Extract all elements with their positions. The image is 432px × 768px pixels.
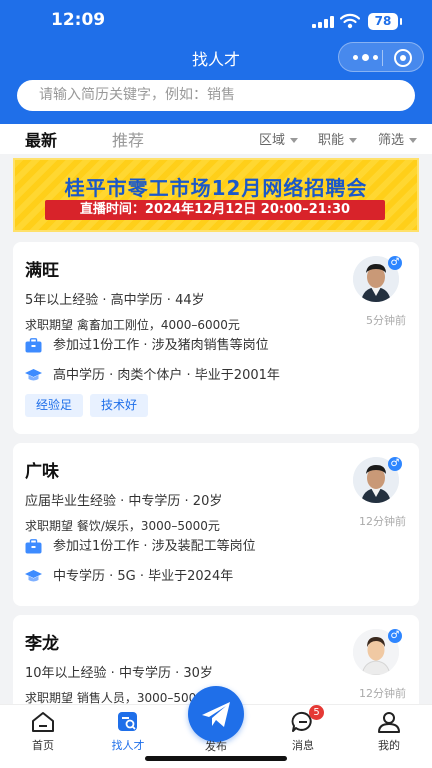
tab-mine[interactable]: 我的 [359,711,419,753]
filter-region-label: 区域 [259,133,286,148]
male-icon: ♂ [388,457,402,471]
home-icon [32,712,54,732]
filter-more-label: 筛选 [378,133,405,148]
tab-messages-label: 消息 [292,739,314,752]
male-icon: ♂ [388,629,402,643]
chevron-down-icon [290,138,299,143]
job-fair-banner[interactable]: 桂平市零工市场12月网络招聘会 直播时间：2024年12月12日 20:00–2… [13,158,419,232]
paper-plane-icon [202,702,230,727]
candidate-meta: 5年以上经验 · 高中学历 · 44岁 [25,293,205,308]
graduation-cap-icon [25,369,42,381]
battery-indicator: 78 [368,13,402,30]
tab-talent[interactable]: 找人才 [98,711,158,753]
filter-bar: 最新 推荐 区域 职能 筛选 [0,124,432,154]
publish-label: 发布 [205,740,227,753]
search-input[interactable]: 请输入简历关键字，例如：销售 [17,80,415,111]
mini-program-capsule [338,42,424,72]
male-icon: ♂ [388,256,402,270]
active-time: 12分钟前 [359,515,406,528]
work-text: 参加过1份工作 · 涉及猪肉销售等岗位 [53,338,269,353]
chevron-down-icon [349,138,358,143]
top-bar: 12:09 78 找人才 请输入简历关键字，例如：销售 [0,0,432,124]
briefcase-icon [25,338,42,353]
tab-home[interactable]: 首页 [13,711,73,753]
filter-more[interactable]: 筛选 [378,129,418,148]
user-icon [378,712,400,733]
tab-mine-label: 我的 [378,739,400,752]
briefcase-icon [25,539,42,554]
talent-search-icon [118,712,137,731]
banner-subtitle: 直播时间：2024年12月12日 20:00–21:30 [45,200,385,220]
tab-recommend[interactable]: 推荐 [112,127,144,151]
filter-function[interactable]: 职能 [318,129,358,148]
capsule-divider [382,50,383,66]
edu-text: 中专学历 · 5G · 毕业于2024年 [53,569,234,584]
tag: 经验足 [25,394,84,417]
tab-newest[interactable]: 最新 [25,127,57,151]
chevron-down-icon [409,138,418,143]
candidate-meta: 10年以上经验 · 中专学历 · 30岁 [25,666,213,681]
more-icon[interactable] [351,43,381,71]
work-text: 参加过1份工作 · 涉及装配工等岗位 [53,539,256,554]
active-time: 5分钟前 [366,314,406,327]
candidate-name: 李龙 [25,634,59,654]
tag: 技术好 [90,394,149,417]
status-time: 12:09 [51,10,106,30]
banner-title: 桂平市零工市场12月网络招聘会 [64,176,368,200]
tab-talent-label: 找人才 [111,739,145,752]
graduation-cap-icon [25,570,42,582]
status-bar: 12:09 78 [0,10,432,34]
candidate-card[interactable]: 满旺 5年以上经验 · 高中学历 · 44岁 求职期望 禽畜加工刚位，4000–… [13,242,419,434]
message-badge: 5 [309,705,324,720]
edu-text: 高中学历 · 肉类个体户 · 毕业于2001年 [53,368,280,383]
close-target-icon[interactable] [394,49,412,67]
filter-region[interactable]: 区域 [259,129,299,148]
home-indicator [145,756,287,761]
candidate-expect: 求职期望 餐饮/娱乐，3000–5000元 [25,519,220,533]
tab-messages[interactable]: 消息 [273,711,333,753]
active-time: 12分钟前 [359,687,406,700]
cellular-signal-icon [312,16,334,28]
tag-list: 经验足 技术好 [25,394,155,417]
candidate-name: 满旺 [25,261,59,281]
tab-home-label: 首页 [32,739,54,752]
candidate-card[interactable]: 广味 应届毕业生经验 · 中专学历 · 20岁 求职期望 餐饮/娱乐，3000–… [13,443,419,606]
candidate-expect: 求职期望 禽畜加工刚位，4000–6000元 [25,318,240,332]
candidate-meta: 应届毕业生经验 · 中专学历 · 20岁 [25,494,223,509]
publish-button[interactable] [188,686,244,742]
filter-function-label: 职能 [318,133,345,148]
wifi-icon [340,13,360,29]
candidate-name: 广味 [25,462,59,482]
